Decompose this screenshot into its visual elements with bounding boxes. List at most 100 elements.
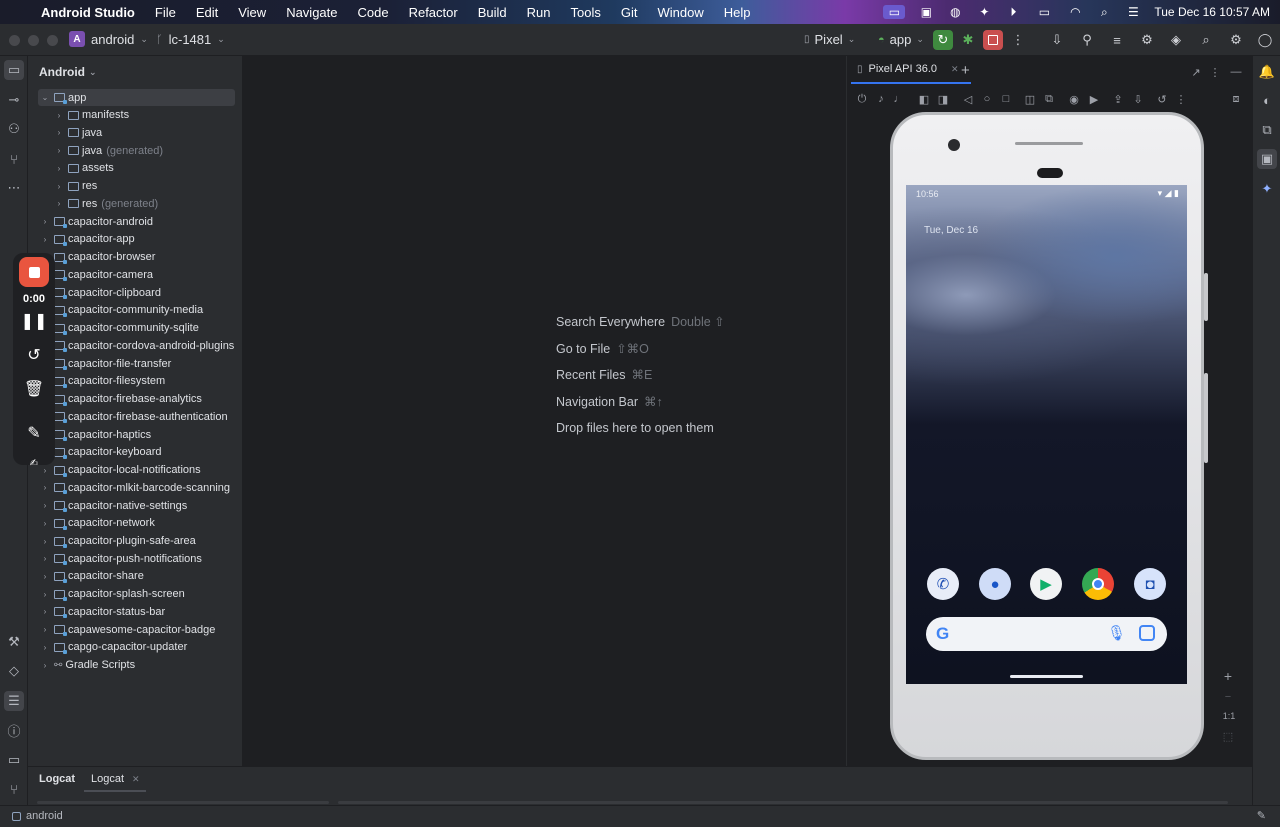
layout-inspector-button[interactable]: ◈ (1166, 30, 1186, 50)
restart-icon[interactable]: ↺ (24, 345, 44, 365)
debug-button[interactable]: ✱ (958, 30, 978, 50)
gemini-icon[interactable]: ✦ (1257, 179, 1277, 199)
menu-git[interactable]: Git (621, 5, 638, 20)
export-icon[interactable]: ⇪ (1111, 92, 1125, 106)
git-icon[interactable]: ⑂ (4, 779, 24, 799)
menu-android-studio[interactable]: Android Studio (41, 5, 135, 20)
project-view-selector[interactable]: Android ⌄ (39, 65, 97, 79)
tree-module-row[interactable]: ›capacitor-firebase-authentication (40, 408, 228, 425)
minimize-panel-icon[interactable]: — (1229, 65, 1243, 79)
rotate-right-icon[interactable]: ◨ (936, 92, 950, 106)
chevron-right-icon[interactable]: › (54, 146, 64, 155)
close-tab-icon[interactable]: ✕ (132, 774, 140, 784)
tree-module-row[interactable]: › capacitor-android (40, 213, 153, 230)
tree-module-row[interactable]: › capacitor-status-bar (40, 603, 165, 620)
menu-run[interactable]: Run (527, 5, 551, 20)
menu-tools[interactable]: Tools (571, 5, 601, 20)
tree-module-row[interactable]: ›capacitor-browser (40, 249, 155, 266)
menu-build[interactable]: Build (478, 5, 507, 20)
add-device-icon[interactable]: + (961, 62, 970, 79)
logcat-icon[interactable]: ☰ (4, 691, 24, 711)
chevron-right-icon[interactable]: › (40, 572, 50, 581)
chevron-right-icon[interactable]: › (40, 217, 50, 226)
tree-module-row[interactable]: › capacitor-mlkit-barcode-scanning (40, 479, 230, 496)
more-tools-icon[interactable]: ⋯ (4, 178, 24, 198)
menu-navigate[interactable]: Navigate (286, 5, 337, 20)
google-lens-icon[interactable] (1139, 625, 1155, 641)
stop-recording-button[interactable] (19, 257, 49, 287)
messages-app-icon[interactable]: ● (979, 568, 1011, 600)
menu-window[interactable]: Window (657, 5, 703, 20)
tree-module-row[interactable]: ›capacitor-firebase-analytics (40, 391, 202, 408)
device-file-explorer-icon[interactable]: ⧉ (1257, 120, 1277, 140)
zoom-fit-icon[interactable]: ⬚ (1221, 729, 1235, 743)
menu-help[interactable]: Help (724, 5, 751, 20)
zoom-actual-size[interactable]: 1:1 (1221, 709, 1237, 723)
logcat-filter-scrollbar[interactable] (37, 801, 329, 804)
tree-module-row[interactable]: ›capacitor-filesystem (40, 373, 165, 390)
menu-view[interactable]: View (238, 5, 266, 20)
structure-button[interactable]: ≡ (1107, 30, 1127, 50)
tree-module-row[interactable]: ›capacitor-community-sqlite (40, 320, 199, 337)
chevron-right-icon[interactable]: › (54, 199, 64, 208)
chevron-right-icon[interactable]: › (40, 607, 50, 616)
notifications-icon[interactable]: 🔔 (1257, 62, 1277, 82)
back-icon[interactable]: ◁ (961, 92, 975, 106)
reset-icon[interactable]: ↺ (1155, 92, 1169, 106)
power-icon[interactable]: ⏻ (855, 92, 869, 106)
tree-folder-row[interactable]: › res (generated) (54, 195, 159, 212)
chrome-app-icon[interactable] (1082, 568, 1114, 600)
more-vertical-icon[interactable]: ⋮ (1208, 65, 1222, 79)
rerun-button[interactable]: ↻ (933, 30, 953, 50)
tree-module-row[interactable]: › ⚯ Gradle Scripts (40, 657, 135, 674)
menu-refactor[interactable]: Refactor (409, 5, 458, 20)
search-everywhere-button[interactable]: ⌕ (1196, 30, 1216, 50)
run-config-selector[interactable]: ◓ app ⌄ (878, 32, 924, 47)
chevron-right-icon[interactable]: › (40, 235, 50, 244)
menu-edit[interactable]: Edit (196, 5, 218, 20)
running-devices-icon[interactable]: ▣ (1257, 149, 1277, 169)
play-circle-icon[interactable]: ⏵ (1005, 5, 1021, 19)
stop-button[interactable] (983, 30, 1003, 50)
menubar-clock[interactable]: Tue Dec 16 10:57 AM (1154, 5, 1270, 19)
wifi-icon[interactable]: ◠ (1067, 5, 1083, 19)
resource-manager-icon[interactable]: ⚇ (4, 119, 24, 139)
open-external-icon[interactable]: ↗ (1189, 65, 1203, 79)
tree-module-row[interactable]: › capacitor-plugin-safe-area (40, 533, 196, 550)
chevron-right-icon[interactable]: › (40, 625, 50, 634)
editor-empty-area[interactable]: Search Everywhere Double ⇧ Go to File ⇧⌘O … (242, 56, 846, 766)
snapshot-icon[interactable]: ⧉ (1042, 92, 1056, 106)
tree-module-row[interactable]: ›capacitor-haptics (40, 426, 151, 443)
volume-up-icon[interactable]: ♪ (874, 92, 888, 106)
sparkle-icon[interactable]: ✦ (976, 5, 992, 19)
project-selector[interactable]: A android ⌄ (69, 31, 148, 47)
tree-folder-row[interactable]: › res (54, 178, 98, 195)
control-center-icon[interactable]: ☰ (1125, 5, 1141, 19)
tree-module-row[interactable]: ›capacitor-clipboard (40, 284, 161, 301)
tree-module-row[interactable]: ›capacitor-file-transfer (40, 355, 171, 372)
device-selector[interactable]: ▯ Pixel ⌄ (804, 32, 855, 47)
chevron-right-icon[interactable]: › (40, 661, 50, 670)
breadcrumb[interactable]: android (12, 810, 63, 822)
microphone-icon[interactable]: 🎙 (1107, 624, 1126, 642)
rotate-left-icon[interactable]: ◧ (917, 92, 931, 106)
pen-icon[interactable]: ✎ (24, 423, 44, 443)
tree-module-row[interactable]: › capacitor-network (40, 515, 155, 532)
tree-module-row[interactable]: › capacitor-native-settings (40, 497, 187, 514)
menu-file[interactable]: File (155, 5, 176, 20)
zoom-window-button[interactable] (47, 35, 58, 46)
overview-icon[interactable]: □ (999, 92, 1013, 106)
tree-module-row[interactable]: ›capacitor-keyboard (40, 444, 162, 461)
trash-icon[interactable]: 🗑 (24, 379, 44, 399)
mirror-icon[interactable]: ⧈ (1229, 92, 1243, 106)
chevron-down-icon[interactable]: ⌄ (40, 93, 50, 102)
account-button[interactable]: ◯ (1255, 30, 1275, 50)
chevron-right-icon[interactable]: › (54, 128, 64, 137)
chevron-right-icon[interactable]: › (40, 554, 50, 563)
logcat-content-scrollbar[interactable] (338, 801, 1228, 804)
chevron-right-icon[interactable]: › (40, 643, 50, 652)
chevron-right-icon[interactable]: › (40, 590, 50, 599)
minimize-window-button[interactable] (28, 35, 39, 46)
tree-module-row[interactable]: › capacitor-push-notifications (40, 550, 202, 567)
app-status-icon[interactable]: ▣ (918, 5, 934, 19)
